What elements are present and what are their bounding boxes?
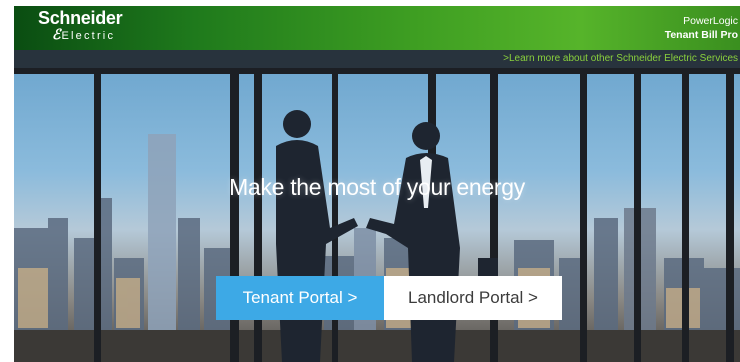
- sub-navigation-bar: >Learn more about other Schneider Electr…: [14, 50, 740, 68]
- logo-electric-text: Electric: [61, 30, 116, 42]
- page: Schneider ℰElectric PowerLogic Tenant Bi…: [0, 0, 740, 362]
- tenant-portal-button[interactable]: Tenant Portal >: [216, 276, 384, 320]
- product-line-1: PowerLogic: [683, 15, 738, 27]
- schneider-logo[interactable]: Schneider ℰElectric: [38, 8, 123, 42]
- logo-sub-text: ℰElectric: [52, 26, 122, 42]
- logo-brand-text: Schneider: [38, 8, 123, 28]
- site-header: Schneider ℰElectric PowerLogic Tenant Bi…: [14, 6, 740, 50]
- logo-e-icon: ℰ: [52, 26, 61, 42]
- product-name: PowerLogic Tenant Bill Pro: [665, 14, 738, 42]
- product-line-2: Tenant Bill Pro: [664, 29, 738, 41]
- hero-banner: Make the most of your energy Tenant Port…: [14, 68, 740, 362]
- landlord-portal-button[interactable]: Landlord Portal >: [384, 276, 562, 320]
- hero-tagline: Make the most of your energy: [229, 174, 525, 200]
- learn-more-link[interactable]: >Learn more about other Schneider Electr…: [503, 53, 738, 65]
